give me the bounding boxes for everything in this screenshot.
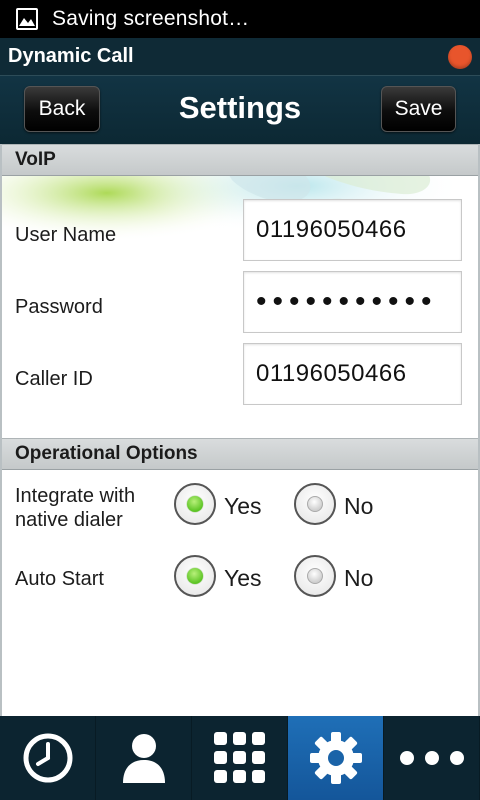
clock-icon [23, 733, 72, 783]
radio-dot-unselected [307, 496, 323, 512]
integrate-label-line1: Integrate with [15, 485, 136, 507]
status-notification-text: Saving screenshot… [52, 7, 250, 30]
caller-id-input[interactable]: 01196050466 [243, 343, 462, 405]
nav-history[interactable] [0, 716, 96, 800]
user-name-label: User Name [15, 224, 117, 246]
app-title-bar: Dynamic Call [0, 38, 480, 76]
more-icon [399, 751, 464, 765]
auto-start-yes-radio[interactable] [174, 555, 216, 597]
radio-dot-unselected [307, 568, 323, 584]
auto-start-yes-label[interactable]: Yes [224, 565, 262, 592]
caller-id-label: Caller ID [15, 368, 93, 390]
integrate-native-dialer-label: Integrate with native dialer [15, 484, 135, 532]
nav-contacts[interactable] [96, 716, 192, 800]
radio-dot-selected [187, 496, 203, 512]
settings-gear-icon [309, 732, 362, 784]
auto-start-label: Auto Start [15, 567, 104, 591]
nav-settings[interactable] [288, 716, 384, 800]
integrate-no-radio[interactable] [294, 483, 336, 525]
integrate-yes-label[interactable]: Yes [224, 493, 262, 520]
settings-content: VoIP User Name 01196050466 Password ••••… [0, 144, 480, 716]
user-name-input[interactable]: 01196050466 [243, 199, 462, 261]
settings-header: Back Settings Save [0, 76, 480, 144]
auto-start-no-label[interactable]: No [344, 565, 373, 592]
nav-dialpad[interactable] [192, 716, 288, 800]
password-input[interactable]: ••••••••••• [243, 271, 462, 333]
app-title: Dynamic Call [8, 45, 134, 67]
password-label: Password [15, 296, 103, 318]
status-bar: Saving screenshot… [0, 0, 480, 38]
voip-section-header: VoIP [2, 144, 478, 176]
integrate-label-line2: native dialer [15, 509, 123, 531]
status-indicator-dot [448, 45, 472, 69]
integrate-no-label[interactable]: No [344, 493, 373, 520]
nav-more[interactable] [384, 716, 480, 800]
save-button[interactable]: Save [381, 86, 456, 132]
image-icon [16, 8, 38, 30]
bottom-navigation [0, 716, 480, 800]
contact-icon [122, 734, 165, 783]
auto-start-label-text: Auto Start [15, 568, 104, 590]
radio-dot-selected [187, 568, 203, 584]
auto-start-no-radio[interactable] [294, 555, 336, 597]
integrate-yes-radio[interactable] [174, 483, 216, 525]
dialpad-icon [213, 732, 265, 783]
operational-options-header: Operational Options [2, 438, 478, 470]
